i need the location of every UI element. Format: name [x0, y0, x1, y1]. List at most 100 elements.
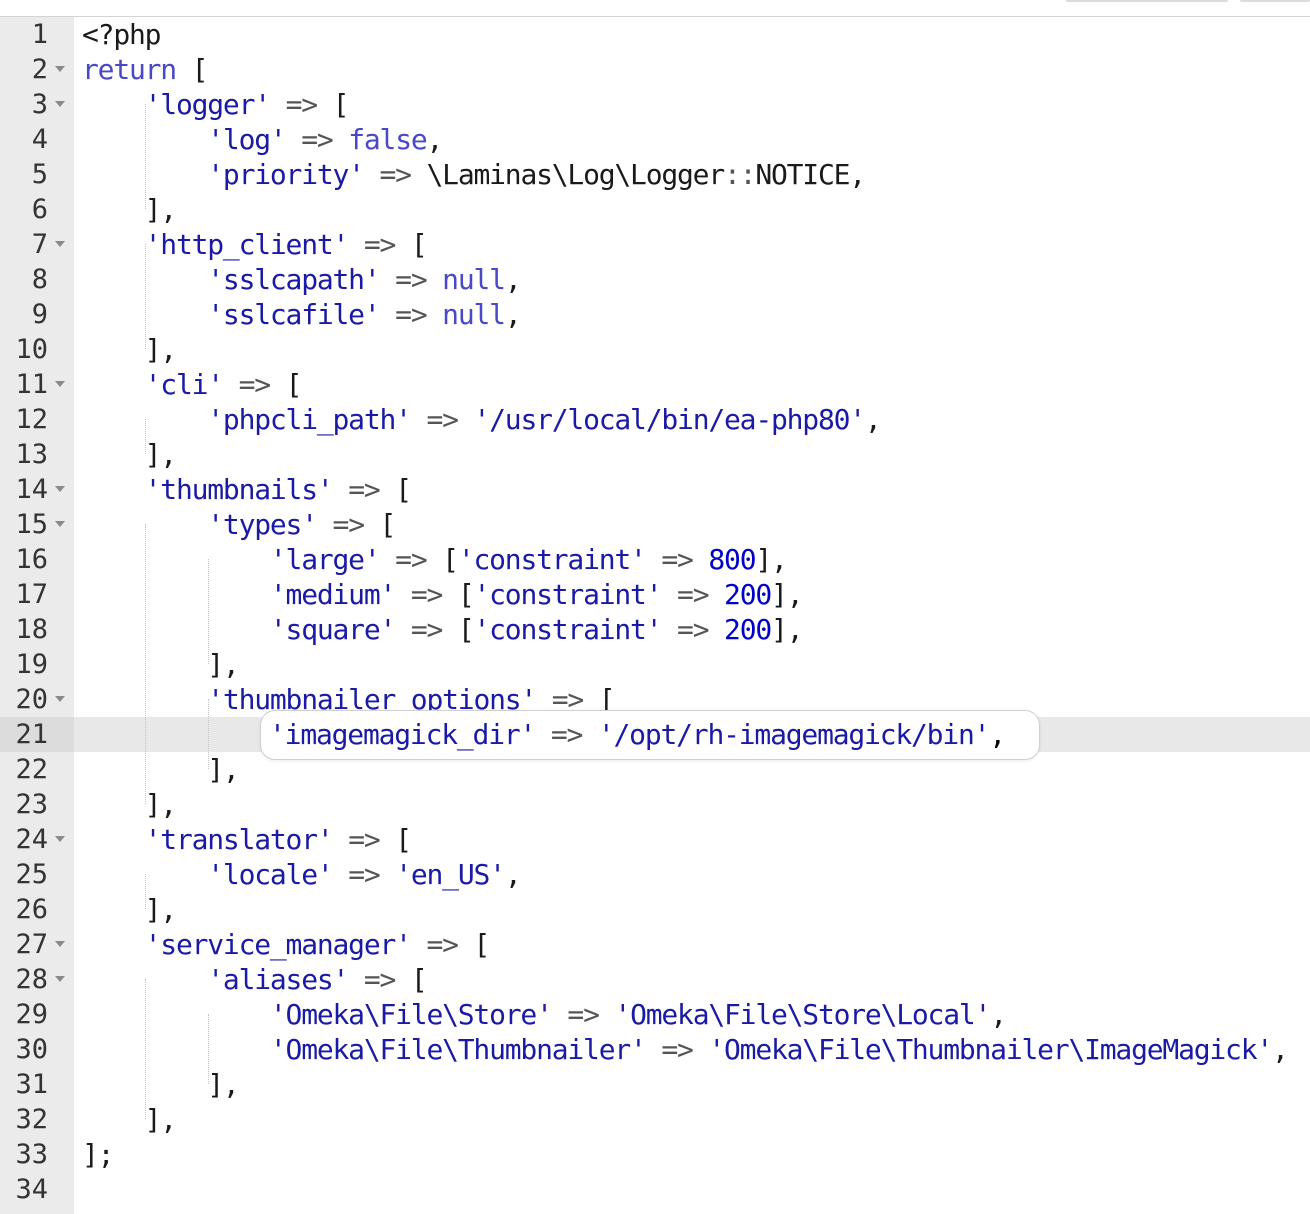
highlight-trail: , — [989, 718, 1006, 751]
fold-arrow-icon[interactable] — [55, 241, 65, 247]
code-line-text: 'logger' => [ — [82, 87, 350, 122]
code-line[interactable]: 32 ], — [0, 1102, 1310, 1137]
code-token: ], — [82, 788, 178, 821]
code-line-text: 'locale' => 'en_US', — [82, 857, 521, 892]
fold-arrow-icon[interactable] — [55, 101, 65, 107]
code-line[interactable]: 29 'Omeka\File\Store' => 'Omeka\File\Sto… — [0, 997, 1310, 1032]
code-token: , — [504, 298, 522, 331]
code-line-text: 'sslcafile' => null, — [82, 297, 522, 332]
line-number: 30 — [15, 1034, 48, 1065]
code-token: 'cli' — [144, 368, 225, 401]
code-line[interactable]: 8 'sslcapath' => null, — [0, 262, 1310, 297]
code-token: ], — [82, 438, 178, 471]
code-line[interactable]: 1 <?php — [0, 17, 1310, 52]
code-line[interactable]: 34 — [0, 1172, 1310, 1207]
fold-arrow-icon[interactable] — [55, 486, 65, 492]
line-number-cell: 4 — [0, 122, 74, 157]
fold-arrow-icon[interactable] — [55, 381, 65, 387]
indent-guide — [145, 979, 146, 1119]
line-number-cell: 14 — [0, 472, 74, 507]
line-number-cell: 29 — [0, 997, 74, 1032]
code-line[interactable]: 3 'logger' => [ — [0, 87, 1310, 122]
code-line[interactable]: 12 'phpcli_path' => '/usr/local/bin/ea-p… — [0, 402, 1310, 437]
code-token: => — [395, 298, 428, 331]
code-token: \Laminas\Log\Logger — [410, 158, 726, 191]
code-line[interactable]: 25 'locale' => 'en_US', — [0, 857, 1310, 892]
code-token: <?php — [82, 18, 162, 51]
code-editor[interactable]: 34 33]; 32 ], 31 ], 30 'Omeka\File\Thumbnail… — [0, 17, 1310, 1214]
fold-arrow-icon[interactable] — [55, 836, 65, 842]
line-number: 8 — [31, 264, 48, 295]
line-number-cell: 6 — [0, 192, 74, 227]
code-token: 'sslcafile' — [207, 298, 380, 331]
code-line[interactable]: 15 'types' => [ — [0, 507, 1310, 542]
line-number: 6 — [31, 194, 48, 225]
code-line-text: 'phpcli_path' => '/usr/local/bin/ea-php8… — [82, 402, 882, 437]
code-line-text: 'Omeka\File\Thumbnailer' => 'Omeka\File\… — [82, 1032, 1289, 1067]
code-token: => — [348, 858, 381, 891]
code-line-text: 'sslcapath' => null, — [82, 262, 521, 297]
code-line-text: ], — [82, 752, 240, 787]
code-line[interactable]: 5 'priority' => \Laminas\Log\Logger::NOT… — [0, 157, 1310, 192]
fold-arrow-icon[interactable] — [55, 941, 65, 947]
fold-arrow-icon[interactable] — [55, 521, 65, 527]
fold-arrow-icon[interactable] — [55, 66, 65, 72]
indent-guide — [208, 1014, 209, 1084]
fold-arrow-icon[interactable] — [55, 976, 65, 982]
code-line[interactable]: 30 'Omeka\File\Thumbnailer' => 'Omeka\Fi… — [0, 1032, 1310, 1067]
code-token: null — [442, 298, 506, 331]
line-number-cell: 27 — [0, 927, 74, 962]
line-number: 7 — [31, 229, 48, 260]
code-line[interactable]: 33]; — [0, 1137, 1310, 1172]
toolbar-button-2[interactable] — [1240, 0, 1310, 2]
code-line[interactable]: 16 'large' => ['constraint' => 800], — [0, 542, 1310, 577]
code-line[interactable]: 27 'service_manager' => [ — [0, 927, 1310, 962]
code-line[interactable]: 23 ], — [0, 787, 1310, 822]
line-number-cell: 12 — [0, 402, 74, 437]
code-token: 'thumbnails' — [144, 473, 334, 506]
code-line[interactable]: 14 'thumbnails' => [ — [0, 472, 1310, 507]
code-token: 'Omeka\File\Thumbnailer' — [269, 1033, 647, 1066]
code-line[interactable]: 9 'sslcafile' => null, — [0, 297, 1310, 332]
code-line[interactable]: 28 'aliases' => [ — [0, 962, 1310, 997]
code-token: 'Omeka\File\Store\Local' — [614, 998, 991, 1031]
code-line[interactable]: 17 'medium' => ['constraint' => 200], — [0, 577, 1310, 612]
highlighted-line-text: 'imagemagick_dir' => '/opt/rh-imagemagic… — [269, 717, 1006, 752]
code-line[interactable]: 18 'square' => ['constraint' => 200], — [0, 612, 1310, 647]
code-line[interactable]: 10 ], — [0, 332, 1310, 367]
code-line[interactable]: 19 ], — [0, 647, 1310, 682]
line-number: 12 — [15, 404, 48, 435]
fold-arrow-icon[interactable] — [55, 696, 65, 702]
code-token: => — [285, 88, 319, 121]
code-line[interactable]: 31 ], — [0, 1067, 1310, 1102]
line-number-cell: 11 — [0, 367, 74, 402]
code-line[interactable]: 7 'http_client' => [ — [0, 227, 1310, 262]
line-number-cell: 15 — [0, 507, 74, 542]
code-line[interactable]: 11 'cli' => [ — [0, 367, 1310, 402]
code-line[interactable]: 2 return [ — [0, 52, 1310, 87]
code-line-text: 'Omeka\File\Store' => 'Omeka\File\Store\… — [82, 997, 1007, 1032]
code-line[interactable]: 6 ], — [0, 192, 1310, 227]
code-line[interactable]: 4 'log' => false, — [0, 122, 1310, 157]
line-number-cell: 17 — [0, 577, 74, 612]
code-line[interactable]: 26 ], — [0, 892, 1310, 927]
code-token: => — [348, 473, 381, 506]
code-line[interactable]: 13 ], — [0, 437, 1310, 472]
toolbar-button-1[interactable] — [1066, 0, 1228, 2]
code-line[interactable]: 24 'translator' => [ — [0, 822, 1310, 857]
line-number: 15 — [15, 509, 48, 540]
line-number: 32 — [15, 1104, 48, 1135]
code-token: 'sslcapath' — [207, 263, 380, 296]
code-token: 'service_manager' — [144, 928, 412, 961]
